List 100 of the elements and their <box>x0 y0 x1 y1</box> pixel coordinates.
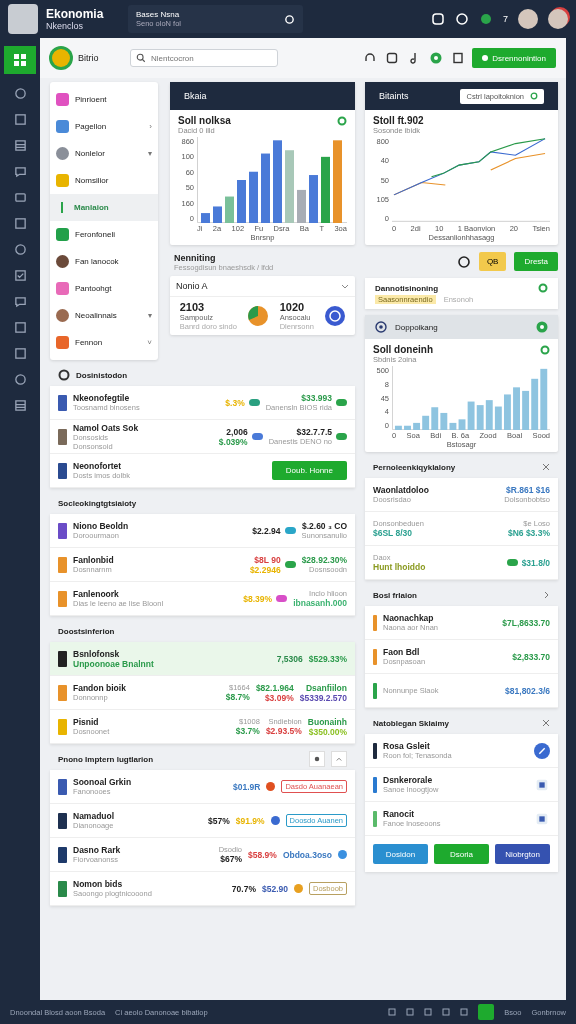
chart-title: Soll nolksa <box>178 115 231 126</box>
item-name: Namaduol <box>73 811 116 821</box>
amount: $58.9% <box>248 849 277 860</box>
ring-icon[interactable] <box>538 283 548 293</box>
ring-icon[interactable] <box>337 115 347 126</box>
notification-count: 7 <box>503 14 508 24</box>
section-title: Pernoleenkiqyklalony <box>373 462 457 472</box>
amount: $2.2.94 <box>252 525 281 536</box>
item-name: Nomon bids <box>73 879 124 889</box>
status-indicator-icon[interactable] <box>478 1004 495 1020</box>
gear-icon[interactable] <box>13 87 27 100</box>
amount: $7L,8633.70 <box>502 617 550 628</box>
amount: $01.9R <box>233 781 261 792</box>
square-icon[interactable] <box>460 1008 469 1016</box>
chart-bar <box>321 156 330 223</box>
nav-item[interactable]: Fennon ˅ <box>50 329 158 356</box>
item-name: Fanlonbid <box>73 555 115 565</box>
chat-icon[interactable] <box>455 12 469 26</box>
amount: $529.33% <box>308 653 347 664</box>
chat-icon[interactable] <box>13 295 27 308</box>
list-row[interactable]: Bsnlofonsk Unpoonoae Bnalnnt 7,5306 $529.33% <box>50 642 355 676</box>
close-icon[interactable] <box>542 719 550 727</box>
refresh-icon[interactable] <box>456 254 471 269</box>
grid-icon[interactable] <box>13 113 27 126</box>
nav-item[interactable]: Feronfoneli <box>50 221 158 248</box>
item-name: Namol Oats Sok <box>73 422 140 433</box>
headphones-icon[interactable] <box>364 52 377 64</box>
box-icon[interactable] <box>13 321 27 334</box>
amount: $N6 $3.3% <box>507 528 550 538</box>
chevron-up-icon <box>336 756 342 762</box>
grid-icon[interactable] <box>13 347 27 360</box>
chart-bar <box>513 387 520 430</box>
settings-button[interactable] <box>309 751 325 767</box>
amount: $52.90 <box>261 883 288 894</box>
box-icon[interactable] <box>13 217 27 230</box>
table-icon[interactable] <box>13 139 27 152</box>
gear-icon[interactable] <box>13 243 27 256</box>
amount: $8L 90 <box>254 554 281 565</box>
section-title: Socleokingtgtsiaioty <box>58 498 138 508</box>
nav-item[interactable]: Nomsilior <box>50 167 158 194</box>
compass-icon <box>375 321 387 333</box>
chart-bar <box>213 206 222 223</box>
table-icon[interactable] <box>13 399 27 412</box>
shield-icon[interactable] <box>431 12 445 26</box>
close-icon[interactable] <box>542 463 550 471</box>
amount: $2.2946 <box>249 564 281 575</box>
nav-item[interactable]: Nonlelor ▾ <box>50 140 158 167</box>
status-icon[interactable] <box>536 321 548 333</box>
item-name: Dasno Rark <box>73 845 122 855</box>
target-icon[interactable] <box>325 306 346 326</box>
card-title: Doppoikang <box>395 322 439 332</box>
record-icon[interactable] <box>430 52 443 64</box>
circle-icon[interactable] <box>13 373 27 386</box>
edit-button-icon[interactable] <box>534 742 550 759</box>
item-name: Pisnid <box>73 717 100 727</box>
chevron-icon[interactable] <box>341 282 349 290</box>
square-icon[interactable] <box>442 1008 451 1016</box>
amount: 7,5306 <box>276 653 303 664</box>
image-icon[interactable] <box>386 52 399 64</box>
amount: 2,006 <box>226 426 248 437</box>
item-icon <box>58 778 67 795</box>
avatar-placeholder[interactable] <box>518 9 538 29</box>
document-icon[interactable] <box>452 52 465 64</box>
amount: $350.00% <box>308 726 347 737</box>
amount: Obdoa.3oso <box>282 849 332 860</box>
chart-bar <box>504 394 511 430</box>
item-icon <box>373 776 377 793</box>
check-icon[interactable] <box>13 269 27 282</box>
item-icon <box>58 394 67 411</box>
amount: Dsanfiilon <box>305 682 347 693</box>
item-icon <box>58 812 67 829</box>
amount: $91.9% <box>235 815 265 826</box>
chevron-icon[interactable] <box>542 591 550 599</box>
square-icon[interactable] <box>388 1008 397 1016</box>
action-button[interactable]: Niobrgton <box>495 844 550 864</box>
notification-icon[interactable] <box>479 12 493 26</box>
item-icon <box>373 742 377 759</box>
search-field[interactable]: Nlentcocron <box>130 49 278 67</box>
nav-item[interactable]: Pantoohgt <box>50 275 158 302</box>
refresh-icon[interactable] <box>284 13 295 25</box>
item-name: Waonlatdoloo <box>373 485 430 495</box>
square-icon[interactable] <box>424 1008 433 1016</box>
ring-icon[interactable] <box>540 344 550 355</box>
item-icon <box>58 462 67 479</box>
nav-item[interactable]: Manlaion <box>50 194 158 221</box>
nav-item[interactable]: Neoalinnais ▾ <box>50 302 158 329</box>
brand-name: Bitrio <box>78 53 100 63</box>
secondary-button[interactable]: QB <box>478 252 507 271</box>
action-button[interactable]: Dosidon <box>373 844 428 864</box>
avatar-placeholder[interactable] <box>548 9 568 29</box>
chart-bar <box>394 425 402 430</box>
nav-item[interactable]: Pagellon › <box>50 113 158 140</box>
dashboard-tile-icon[interactable] <box>4 46 36 74</box>
chat-icon[interactable] <box>13 165 27 178</box>
square-icon[interactable] <box>406 1008 415 1016</box>
card-icon[interactable] <box>13 191 27 204</box>
nav-item[interactable]: Pinrioent <box>50 86 158 113</box>
item-name: Fandon bioik <box>73 683 127 693</box>
app-subtitle: Nkenclos <box>46 21 84 31</box>
nav-item[interactable]: Fan lanocok <box>50 248 158 275</box>
